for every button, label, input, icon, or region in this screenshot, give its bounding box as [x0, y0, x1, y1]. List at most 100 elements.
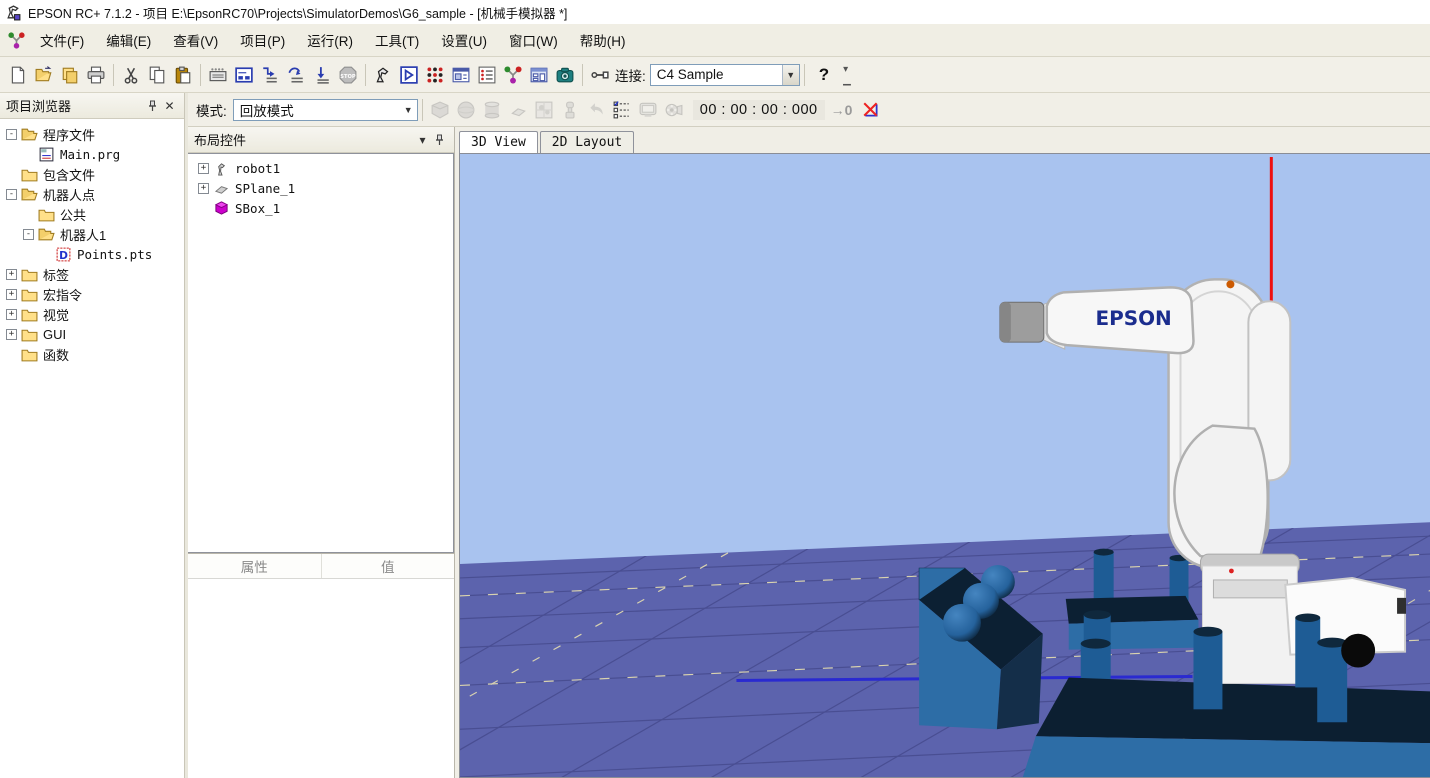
3d-scene: EPSON	[460, 154, 1430, 777]
folder-open-icon	[21, 127, 38, 142]
tree-item-points-pts[interactable]: D Points.pts	[6, 244, 184, 264]
add-joint-icon[interactable]	[557, 97, 583, 123]
run-window-icon[interactable]	[396, 62, 422, 88]
simulator-content: 布局控件 ▾ + robot1 + S	[188, 127, 1430, 778]
step-over-icon[interactable]	[283, 62, 309, 88]
platform-object	[1023, 677, 1430, 777]
tree-item-labels[interactable]: + 标签	[6, 264, 184, 284]
points-file-icon: D	[55, 247, 72, 262]
tree-item-robot1-object[interactable]: + robot1	[190, 158, 451, 178]
project-windows-icon[interactable]	[57, 62, 83, 88]
add-plane-icon[interactable]	[505, 97, 531, 123]
step-out-icon[interactable]	[309, 62, 335, 88]
task-manager-icon[interactable]	[474, 62, 500, 88]
menu-help[interactable]: 帮助(H)	[569, 25, 637, 55]
io-keyboard-icon[interactable]	[205, 62, 231, 88]
folder-icon	[21, 167, 38, 182]
menu-run[interactable]: 运行(R)	[296, 25, 364, 55]
help-button[interactable]: ?	[809, 65, 839, 85]
folder-open-icon	[21, 187, 38, 202]
view-tabs: 3D View 2D Layout	[455, 127, 1430, 153]
close-view-icon[interactable]	[858, 97, 884, 123]
video-icon[interactable]	[661, 97, 687, 123]
chevron-down-icon[interactable]: ▼	[782, 65, 799, 85]
mode-select[interactable]: 回放模式 ▼	[233, 99, 418, 121]
monitor-icon[interactable]	[635, 97, 661, 123]
project-browser-title: 项目浏览器	[6, 96, 71, 115]
tree-item-common[interactable]: 公共	[6, 204, 184, 224]
tree-item-gui[interactable]: + GUI	[6, 324, 184, 344]
pin-icon[interactable]	[144, 97, 161, 114]
paste-icon[interactable]	[170, 62, 196, 88]
mode-value: 回放模式	[234, 100, 400, 120]
tab-2d-layout[interactable]: 2D Layout	[540, 131, 634, 153]
robot-icon	[213, 161, 230, 176]
new-file-icon[interactable]	[5, 62, 31, 88]
mode-label: 模式:	[196, 100, 227, 120]
open-project-icon[interactable]	[31, 62, 57, 88]
stop-icon[interactable]: STOP	[335, 62, 361, 88]
tree-item-include-files[interactable]: 包含文件	[6, 164, 184, 184]
robot-led	[1226, 280, 1234, 288]
copy-icon[interactable]	[144, 62, 170, 88]
robot-manager-icon[interactable]	[370, 62, 396, 88]
menu-project[interactable]: 项目(P)	[229, 25, 296, 55]
simulator-icon[interactable]	[500, 62, 526, 88]
gui-builder-icon[interactable]	[526, 62, 552, 88]
tree-item-program-files[interactable]: - 程序文件	[6, 124, 184, 144]
toolbar-separator	[113, 64, 114, 86]
cut-icon[interactable]	[118, 62, 144, 88]
toolbar-overflow-button[interactable]: ▾▁	[839, 62, 855, 88]
camera-icon[interactable]	[552, 62, 578, 88]
folder-icon	[38, 207, 55, 222]
add-cylinder-icon[interactable]	[479, 97, 505, 123]
add-pattern-icon[interactable]	[531, 97, 557, 123]
add-box-icon[interactable]	[427, 97, 453, 123]
point-list-icon[interactable]	[609, 97, 635, 123]
toolbar-separator	[804, 64, 805, 86]
program-file-icon	[38, 147, 55, 162]
chevron-down-icon[interactable]: ▼	[400, 100, 417, 120]
tree-item-robot-points[interactable]: - 机器人点	[6, 184, 184, 204]
mdi-child-icon[interactable]	[8, 32, 25, 49]
chevron-down-icon[interactable]: ▾	[414, 131, 431, 148]
tree-item-macros[interactable]: + 宏指令	[6, 284, 184, 304]
tree-item-main-prg[interactable]: Main.prg	[6, 144, 184, 164]
menu-window[interactable]: 窗口(W)	[498, 25, 569, 55]
magenta-box-icon	[213, 201, 230, 216]
plane-icon	[213, 181, 230, 196]
properties-header: 属性 值	[188, 553, 454, 579]
menu-view[interactable]: 查看(V)	[162, 25, 229, 55]
tab-3d-view[interactable]: 3D View	[459, 131, 538, 153]
project-browser-panel: 项目浏览器 ✕ - 程序文件 Main.prg 包含文件	[0, 93, 185, 778]
tree-item-functions[interactable]: 函数	[6, 344, 184, 364]
folder-icon	[21, 327, 38, 342]
menu-file[interactable]: 文件(F)	[29, 25, 95, 55]
tree-item-vision[interactable]: + 视觉	[6, 304, 184, 324]
menu-setup[interactable]: 设置(U)	[430, 25, 498, 55]
3d-view[interactable]: EPSON	[459, 153, 1430, 778]
tree-item-sbox[interactable]: SBox_1	[190, 198, 451, 218]
tree-item-splane[interactable]: + SPlane_1	[190, 178, 451, 198]
pin-icon[interactable]	[431, 131, 448, 148]
connection-select[interactable]: C4 Sample ▼	[650, 64, 800, 86]
add-sphere-icon[interactable]	[453, 97, 479, 123]
io-monitor-icon[interactable]	[422, 62, 448, 88]
vision-window-icon[interactable]	[448, 62, 474, 88]
print-icon[interactable]	[83, 62, 109, 88]
undo-icon[interactable]	[583, 97, 609, 123]
toolbar-separator	[422, 99, 423, 121]
title-bar: EPSON RC+ 7.1.2 - 项目 E:\EpsonRC70\Projec…	[0, 0, 1430, 24]
folder-open-icon	[38, 227, 55, 242]
window-title: EPSON RC+ 7.1.2 - 项目 E:\EpsonRC70\Projec…	[28, 3, 567, 22]
menu-tools[interactable]: 工具(T)	[364, 25, 430, 55]
command-window-icon[interactable]	[231, 62, 257, 88]
toolbar-separator	[365, 64, 366, 86]
step-count: →0	[831, 102, 853, 118]
step-into-icon[interactable]	[257, 62, 283, 88]
toolbar-separator	[582, 64, 583, 86]
properties-body	[188, 579, 454, 778]
menu-edit[interactable]: 编辑(E)	[95, 25, 162, 55]
tree-item-robot1[interactable]: - 机器人1	[6, 224, 184, 244]
close-icon[interactable]: ✕	[161, 97, 178, 114]
